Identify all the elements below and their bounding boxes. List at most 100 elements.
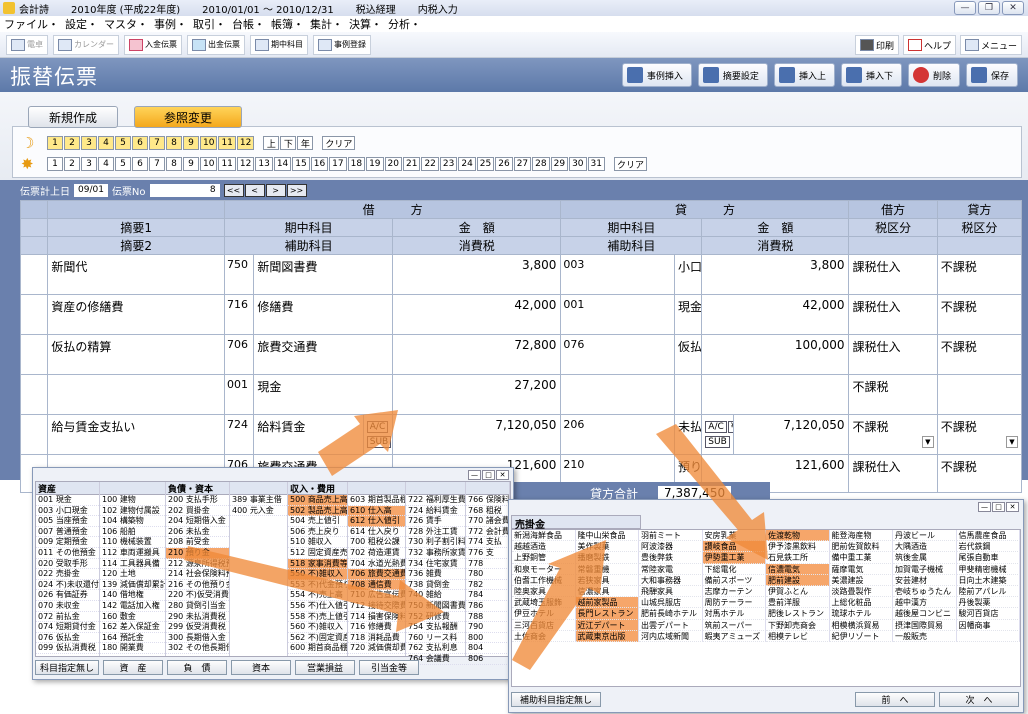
account-item[interactable]: 732 事務所家賃 bbox=[406, 548, 465, 559]
account-item[interactable]: 550 不)雑収入 bbox=[288, 569, 347, 580]
insert-case-button[interactable]: 事例挿入 bbox=[621, 63, 692, 87]
liabilities-button[interactable]: 負 債 bbox=[167, 660, 227, 675]
account-item[interactable]: 752 研修費 bbox=[406, 612, 465, 623]
sub-account-item[interactable]: 備中重工業 bbox=[829, 552, 893, 564]
month-11[interactable]: 11 bbox=[218, 136, 236, 150]
debit-amount-cell[interactable]: 7,120,050 bbox=[392, 414, 562, 455]
account-item[interactable]: 784 bbox=[466, 590, 509, 601]
sub-account-item[interactable]: 摂津国際貿易 bbox=[893, 619, 957, 631]
debit-account-cell[interactable]: 新聞図書費 bbox=[253, 254, 394, 295]
sub-account-item[interactable]: 紀伊リゾート bbox=[829, 630, 893, 642]
sub-account-item[interactable]: 琉球ホテル bbox=[829, 608, 893, 620]
account-item[interactable]: 099 仮払消費税 bbox=[36, 643, 99, 654]
menu-transactions[interactable]: 取引・ bbox=[193, 16, 226, 32]
account-item[interactable]: 500 商品売上高 bbox=[288, 495, 347, 506]
sub-account-item[interactable]: 伊予漆黒飲料 bbox=[766, 541, 830, 553]
sub-account-item[interactable]: 薩摩電気 bbox=[829, 563, 893, 575]
account-item[interactable]: 005 当座預金 bbox=[36, 516, 99, 527]
account-item[interactable]: 300 長期借入金 bbox=[166, 633, 229, 644]
day-22[interactable]: 22 bbox=[421, 157, 439, 171]
account-item[interactable]: 510 雑収入 bbox=[288, 537, 347, 548]
credit-account-cell[interactable]: 仮払金 bbox=[673, 334, 703, 375]
sub-account-item[interactable]: 下野卸売商会 bbox=[766, 619, 830, 631]
debit-amount-cell[interactable]: 42,000 bbox=[392, 294, 562, 335]
account-item[interactable]: 702 荷造運賃 bbox=[348, 548, 405, 559]
table-row[interactable]: 給与賃金支払い 724 給料賃金 A/C SUB 7,120,050 206 未払… bbox=[19, 414, 1023, 455]
credit-code-cell[interactable]: 003 bbox=[560, 254, 675, 295]
ac-tag[interactable]: A/C bbox=[366, 421, 389, 433]
menu-settings[interactable]: 設定・ bbox=[65, 16, 98, 32]
sub-account-item[interactable]: 美濃建設 bbox=[829, 574, 893, 586]
account-item[interactable]: 704 水道光熱費 bbox=[348, 559, 405, 570]
sub-account-item[interactable]: 常磐重機 bbox=[575, 563, 639, 575]
sub-account-item[interactable]: 志摩カーテン bbox=[702, 585, 766, 598]
account-item[interactable]: 722 福利厚生費 bbox=[406, 495, 465, 506]
account-item[interactable]: 708 通信費 bbox=[348, 579, 405, 591]
account-item[interactable]: 212 源泉所得税預り金 bbox=[166, 559, 229, 570]
account-item[interactable]: 738 貸倒金 bbox=[406, 580, 465, 591]
account-item[interactable]: 603 期首製品棚卸高 bbox=[348, 495, 405, 506]
debit-ac-sub-cell[interactable]: A/C SUB bbox=[362, 414, 394, 455]
day-20[interactable]: 20 bbox=[384, 157, 402, 171]
day-2[interactable]: 2 bbox=[64, 157, 80, 171]
new-entry-tab[interactable]: 新規作成 bbox=[28, 106, 118, 128]
month-5[interactable]: 5 bbox=[115, 136, 131, 150]
day-7[interactable]: 7 bbox=[149, 157, 165, 171]
first-button[interactable]: << bbox=[223, 183, 244, 197]
debit-amount-cell[interactable]: 72,800 bbox=[392, 334, 562, 375]
account-item[interactable]: 754 支払報酬 bbox=[406, 622, 465, 633]
account-item[interactable]: 728 外注工賃 bbox=[406, 527, 465, 538]
credit-taxclass-cell[interactable] bbox=[936, 374, 1023, 415]
sub-account-item[interactable]: 丹波ビール bbox=[893, 530, 957, 542]
sub-account-item[interactable]: 美作製菓 bbox=[575, 541, 639, 553]
credit-taxclass-cell[interactable]: 不課税 bbox=[936, 334, 1023, 375]
sub-account-item[interactable]: 肥前佐賀飲料 bbox=[829, 541, 893, 553]
sub-account-item[interactable]: 新潟海鮮食品 bbox=[512, 530, 576, 542]
credit-code-cell[interactable]: 206 bbox=[560, 414, 675, 455]
sub-account-item[interactable]: 越越酒造 bbox=[512, 541, 576, 553]
account-item[interactable]: 712 接待交際費 bbox=[348, 601, 405, 612]
day-27[interactable]: 27 bbox=[513, 157, 532, 171]
account-item[interactable]: 518 家事消費等 bbox=[288, 558, 347, 570]
day-18[interactable]: 18 bbox=[347, 157, 366, 171]
credit-amount-cell[interactable]: 7,120,050 bbox=[732, 414, 850, 455]
account-item[interactable]: 786 bbox=[466, 601, 509, 612]
dropdown-arrow-icon[interactable]: ▼ bbox=[1006, 436, 1018, 448]
account-item[interactable]: 706 旅費交通費 bbox=[348, 569, 405, 580]
no-sub-account-button[interactable]: 補助科目指定無し bbox=[511, 692, 602, 707]
sub-account-item[interactable]: 伊勢重工業 bbox=[702, 552, 766, 564]
menu-file[interactable]: ファイル・ bbox=[4, 16, 59, 32]
sub-account-item[interactable]: 豊後弊鉄 bbox=[639, 552, 703, 564]
account-item[interactable]: 716 修繕費 bbox=[348, 622, 405, 633]
sub-account-item[interactable]: 蝦夷アミューズ bbox=[702, 630, 766, 642]
credit-code-cell[interactable]: 001 bbox=[560, 294, 675, 335]
day-9[interactable]: 9 bbox=[183, 157, 199, 171]
sub-account-item[interactable]: 筑後金属 bbox=[893, 552, 957, 564]
account-item[interactable]: 776 支 bbox=[466, 548, 509, 559]
account-item[interactable]: 788 bbox=[466, 612, 509, 623]
menu-master[interactable]: マスタ・ bbox=[104, 16, 148, 32]
close-icon[interactable]: ✕ bbox=[1002, 1, 1024, 15]
sub-account-item[interactable]: 対馬ホテル bbox=[702, 608, 766, 620]
insert-above-button[interactable]: 挿入上 bbox=[773, 63, 835, 87]
month-7[interactable]: 7 bbox=[149, 136, 165, 150]
day-16[interactable]: 16 bbox=[310, 157, 329, 171]
sub-account-item[interactable]: 信馬農産食品 bbox=[956, 530, 1020, 542]
table-row[interactable]: 仮払の精算 706 旅費交通費 72,800 076 仮払金 100,000 課… bbox=[19, 334, 1023, 375]
account-item[interactable]: 762 支払利息 bbox=[406, 643, 465, 654]
sub-account-item[interactable]: 駿河百貨店 bbox=[956, 608, 1020, 620]
day-8[interactable]: 8 bbox=[166, 157, 182, 171]
debit-code-cell[interactable]: 706 bbox=[223, 334, 255, 375]
minimize-icon[interactable]: — bbox=[468, 470, 481, 480]
account-item[interactable]: 720 減価償却費 bbox=[348, 643, 405, 654]
month-6[interactable]: 6 bbox=[132, 136, 148, 150]
sub-account-item[interactable]: 三河百貨店 bbox=[512, 619, 576, 631]
day-26[interactable]: 26 bbox=[495, 157, 513, 171]
account-item[interactable]: 736 雑費 bbox=[406, 569, 465, 580]
assets-button[interactable]: 資 産 bbox=[103, 660, 163, 675]
day-6[interactable]: 6 bbox=[132, 157, 148, 171]
case-register-button[interactable]: 事例登録 bbox=[313, 34, 371, 55]
ac-tag[interactable]: A/C bbox=[705, 421, 727, 433]
sub-account-item[interactable]: 阿波漆器 bbox=[639, 541, 703, 553]
account-item[interactable]: 114 工具器具備 bbox=[100, 559, 165, 570]
